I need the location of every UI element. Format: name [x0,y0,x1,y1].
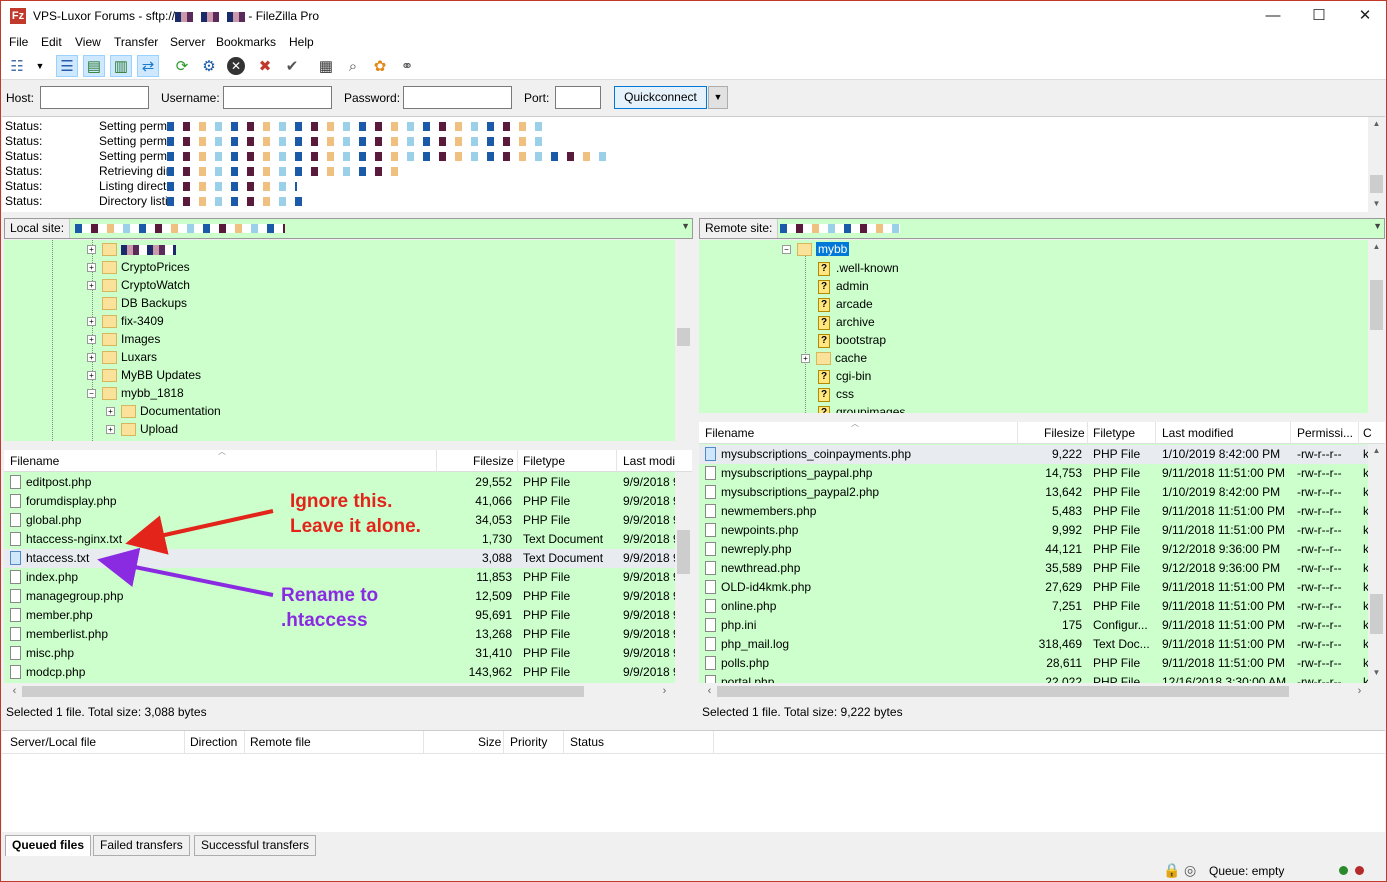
red-arrow [125,509,274,555]
filezilla-window: Fz VPS-Luxor Forums - sftp:// - FileZill… [0,0,1387,882]
annotation-arrows [97,509,274,597]
purple-arrow [97,547,274,597]
annotation-rename: Rename to .htaccess [281,585,379,631]
annotation-ignore: Ignore this. Leave it alone. [290,491,421,537]
